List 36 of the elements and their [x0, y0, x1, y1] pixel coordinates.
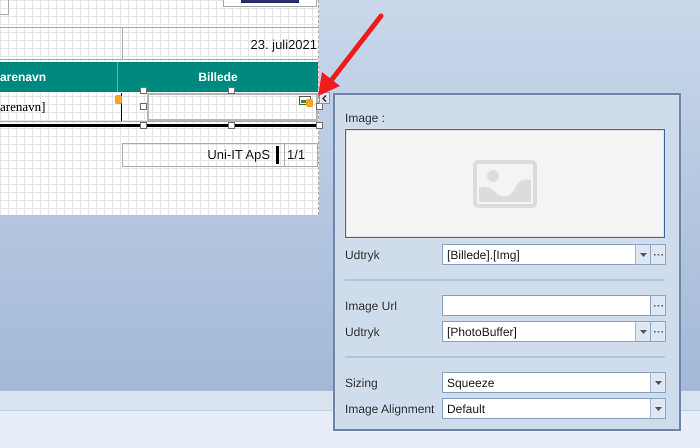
- column-header: arenavn: [0, 69, 46, 86]
- field-label: Udtryk: [345, 248, 380, 262]
- more-options-button[interactable]: [651, 295, 666, 316]
- resize-handle[interactable]: [228, 87, 235, 94]
- more-options-button[interactable]: [651, 244, 666, 265]
- more-options-button[interactable]: [651, 321, 666, 342]
- resize-handle[interactable]: [228, 122, 235, 129]
- image-preview[interactable]: [345, 129, 665, 238]
- dropdown-field[interactable]: Default: [442, 398, 666, 419]
- frame-box: [0, 0, 9, 15]
- resize-handle[interactable]: [316, 103, 323, 110]
- column-header: Billede: [198, 69, 238, 86]
- expression-combo[interactable]: [Billede].[Img]: [442, 244, 651, 265]
- input-field[interactable]: [442, 295, 651, 316]
- date-text: 23. juli2021: [250, 36, 317, 54]
- resize-handle[interactable]: [140, 122, 147, 129]
- field-label: Image Url: [345, 298, 398, 312]
- dropdown-field[interactable]: Squeeze: [442, 372, 666, 393]
- page-number: 1/1: [287, 146, 306, 164]
- section-label: Image :: [345, 110, 386, 125]
- chevron-left-icon: [322, 94, 327, 102]
- company-text: Uni-IT ApS: [207, 146, 270, 164]
- field-label: Udtryk: [345, 324, 380, 338]
- database-icon: [115, 95, 122, 104]
- resize-handle[interactable]: [140, 103, 147, 110]
- resize-handle[interactable]: [316, 122, 323, 129]
- separator-bar: [276, 146, 279, 164]
- image-placeholder-icon: [473, 160, 537, 208]
- image-database-icon: [299, 96, 313, 107]
- expression-combo[interactable]: [PhotoBuffer]: [442, 321, 651, 342]
- field-label: Image Alignment: [345, 402, 434, 416]
- logo-drawing: [241, 0, 299, 3]
- field-label: Sizing: [345, 376, 378, 390]
- resize-handle[interactable]: [140, 87, 147, 94]
- image-cell[interactable]: [147, 93, 318, 121]
- data-binding-text: arenavn]: [0, 98, 46, 116]
